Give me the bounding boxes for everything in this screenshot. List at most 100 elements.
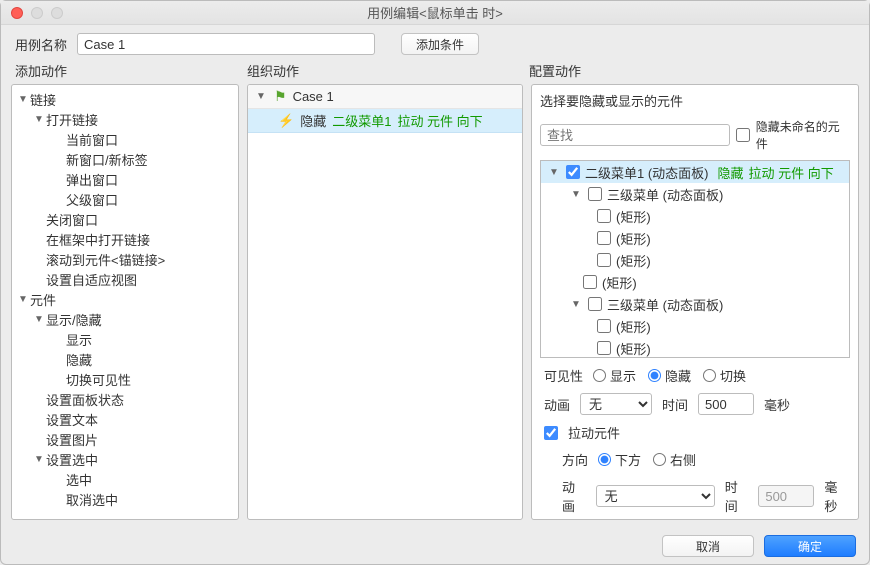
tree-item[interactable]: 隐藏 [12, 349, 238, 369]
chevron-down-icon: ▼ [32, 452, 46, 466]
ok-button[interactable]: 确定 [764, 535, 856, 557]
right-header: 配置动作 [529, 61, 581, 80]
widget-node[interactable]: (矩形) [541, 205, 849, 227]
dialog-footer: 取消 确定 [662, 535, 856, 557]
pull-checkbox[interactable] [544, 426, 558, 440]
tree-item[interactable]: 弹出窗口 [12, 169, 238, 189]
cancel-button[interactable]: 取消 [662, 535, 754, 557]
tree-item[interactable]: 关闭窗口 [12, 209, 238, 229]
action-row[interactable]: ⚡ 隐藏 二级菜单1 拉动 元件 向下 [248, 109, 522, 133]
tree-item[interactable]: 显示 [12, 329, 238, 349]
tree-item[interactable]: 选中 [12, 469, 238, 489]
tree-item[interactable]: 父级窗口 [12, 189, 238, 209]
chevron-down-icon: ▼ [547, 165, 561, 179]
tree-item[interactable]: 在框架中打开链接 [12, 229, 238, 249]
tree-item[interactable]: 新窗口/新标签 [12, 149, 238, 169]
chevron-down-icon: ▼ [569, 187, 583, 201]
case-header[interactable]: ▼ ⚑ Case 1 [248, 85, 522, 109]
window-controls [1, 7, 63, 19]
actions-tree: ▼链接 ▼打开链接 当前窗口 新窗口/新标签 弹出窗口 父级窗口 关闭窗口 在框… [12, 85, 238, 513]
chevron-down-icon: ▼ [254, 90, 268, 104]
vis-toggle-option[interactable]: 切换 [703, 366, 746, 385]
chevron-down-icon: ▼ [16, 92, 30, 106]
configure-header: 选择要隐藏或显示的元件 [540, 91, 850, 110]
tree-group-links[interactable]: ▼链接 [12, 89, 238, 109]
action-target: 二级菜单1 [332, 111, 391, 130]
case-label: Case 1 [293, 89, 334, 104]
widget-checkbox[interactable] [597, 209, 611, 223]
chevron-down-icon: ▼ [16, 292, 30, 306]
anim-row: 动画 无 时间 毫秒 [544, 393, 848, 415]
widget-label: (矩形) [616, 229, 651, 248]
widget-node[interactable]: (矩形) [541, 227, 849, 249]
case-name-row: 用例名称 添加条件 [1, 25, 869, 61]
visibility-row: 可见性 显示 隐藏 切换 [544, 366, 848, 385]
widget-checkbox[interactable] [583, 275, 597, 289]
widget-checkbox[interactable] [566, 165, 580, 179]
dir-right-option[interactable]: 右侧 [653, 450, 696, 469]
tree-item[interactable]: 设置自适应视图 [12, 269, 238, 289]
tree-group-widgets[interactable]: ▼元件 [12, 289, 238, 309]
widget-node[interactable]: ▼ 三级菜单 (动态面板) [541, 183, 849, 205]
widget-node[interactable]: (矩形) [541, 337, 849, 358]
tree-item[interactable]: 滚动到元件<锚链接> [12, 249, 238, 269]
minimize-window-icon [31, 7, 43, 19]
widget-label: (矩形) [616, 317, 651, 336]
pull-anim-row: 动画 无 时间 毫秒 [544, 477, 848, 515]
anim-label-2: 动画 [562, 477, 586, 515]
widget-checkbox[interactable] [597, 319, 611, 333]
widget-node[interactable]: (矩形) [541, 271, 849, 293]
tree-item[interactable]: 当前窗口 [12, 129, 238, 149]
widget-state-opts: 拉动 元件 向下 [749, 163, 834, 182]
widget-state-pre: 隐藏 [718, 163, 744, 182]
section-headers: 添加动作 组织动作 配置动作 [1, 61, 869, 84]
tree-item[interactable]: 设置面板状态 [12, 389, 238, 409]
widget-node[interactable]: (矩形) [541, 315, 849, 337]
titlebar: 用例编辑<鼠标单击 时> [1, 1, 869, 25]
close-window-icon[interactable] [11, 7, 23, 19]
tree-item[interactable]: 切换可见性 [12, 369, 238, 389]
widget-checkbox[interactable] [588, 297, 602, 311]
left-header: 添加动作 [15, 61, 247, 80]
tree-group-showhide[interactable]: ▼显示/隐藏 [12, 309, 238, 329]
tree-item[interactable]: 设置文本 [12, 409, 238, 429]
anim-label: 动画 [544, 395, 570, 414]
zoom-window-icon [51, 7, 63, 19]
case-icon: ⚑ [274, 88, 287, 105]
time-label: 时间 [662, 395, 688, 414]
widget-node-selected[interactable]: ▼ 二级菜单1 (动态面板) 隐藏 拉动 元件 向下 [541, 161, 849, 183]
vis-show-option[interactable]: 显示 [593, 366, 636, 385]
widget-label: 三级菜单 (动态面板) [607, 295, 723, 314]
ms-label: 毫秒 [764, 395, 790, 414]
widget-label: (矩形) [602, 273, 637, 292]
widget-checkbox[interactable] [597, 341, 611, 355]
window-title: 用例编辑<鼠标单击 时> [1, 3, 869, 22]
time-input[interactable] [698, 393, 754, 415]
widget-checkbox[interactable] [588, 187, 602, 201]
pull-anim-select[interactable]: 无 [596, 485, 715, 507]
add-condition-button[interactable]: 添加条件 [401, 33, 479, 55]
widget-checkbox[interactable] [597, 231, 611, 245]
time-label-2: 时间 [725, 477, 749, 515]
tree-item[interactable]: 设置图片 [12, 429, 238, 449]
widget-checkbox[interactable] [597, 253, 611, 267]
bolt-icon: ⚡ [278, 113, 294, 129]
anim-select[interactable]: 无 [580, 393, 652, 415]
hide-unnamed-checkbox[interactable] [736, 128, 750, 142]
tree-group-selected[interactable]: ▼设置选中 [12, 449, 238, 469]
hide-unnamed-label: 隐藏未命名的元件 [756, 118, 850, 152]
chevron-down-icon: ▼ [32, 312, 46, 326]
tree-item[interactable]: 取消选中 [12, 489, 238, 509]
case-name-input[interactable] [77, 33, 375, 55]
actions-panel: ▼链接 ▼打开链接 当前窗口 新窗口/新标签 弹出窗口 父级窗口 关闭窗口 在框… [11, 84, 239, 520]
tree-group-open-link[interactable]: ▼打开链接 [12, 109, 238, 129]
widget-node[interactable]: ▼ 三级菜单 (动态面板) [541, 293, 849, 315]
mid-header: 组织动作 [247, 61, 529, 80]
widget-label: 二级菜单1 (动态面板) [585, 163, 709, 182]
vis-hide-option[interactable]: 隐藏 [648, 366, 691, 385]
dir-row: 方向 下方 右侧 [544, 450, 848, 469]
widget-node[interactable]: (矩形) [541, 249, 849, 271]
dir-down-option[interactable]: 下方 [598, 450, 641, 469]
search-input[interactable] [540, 124, 730, 146]
pull-time-input [758, 485, 814, 507]
